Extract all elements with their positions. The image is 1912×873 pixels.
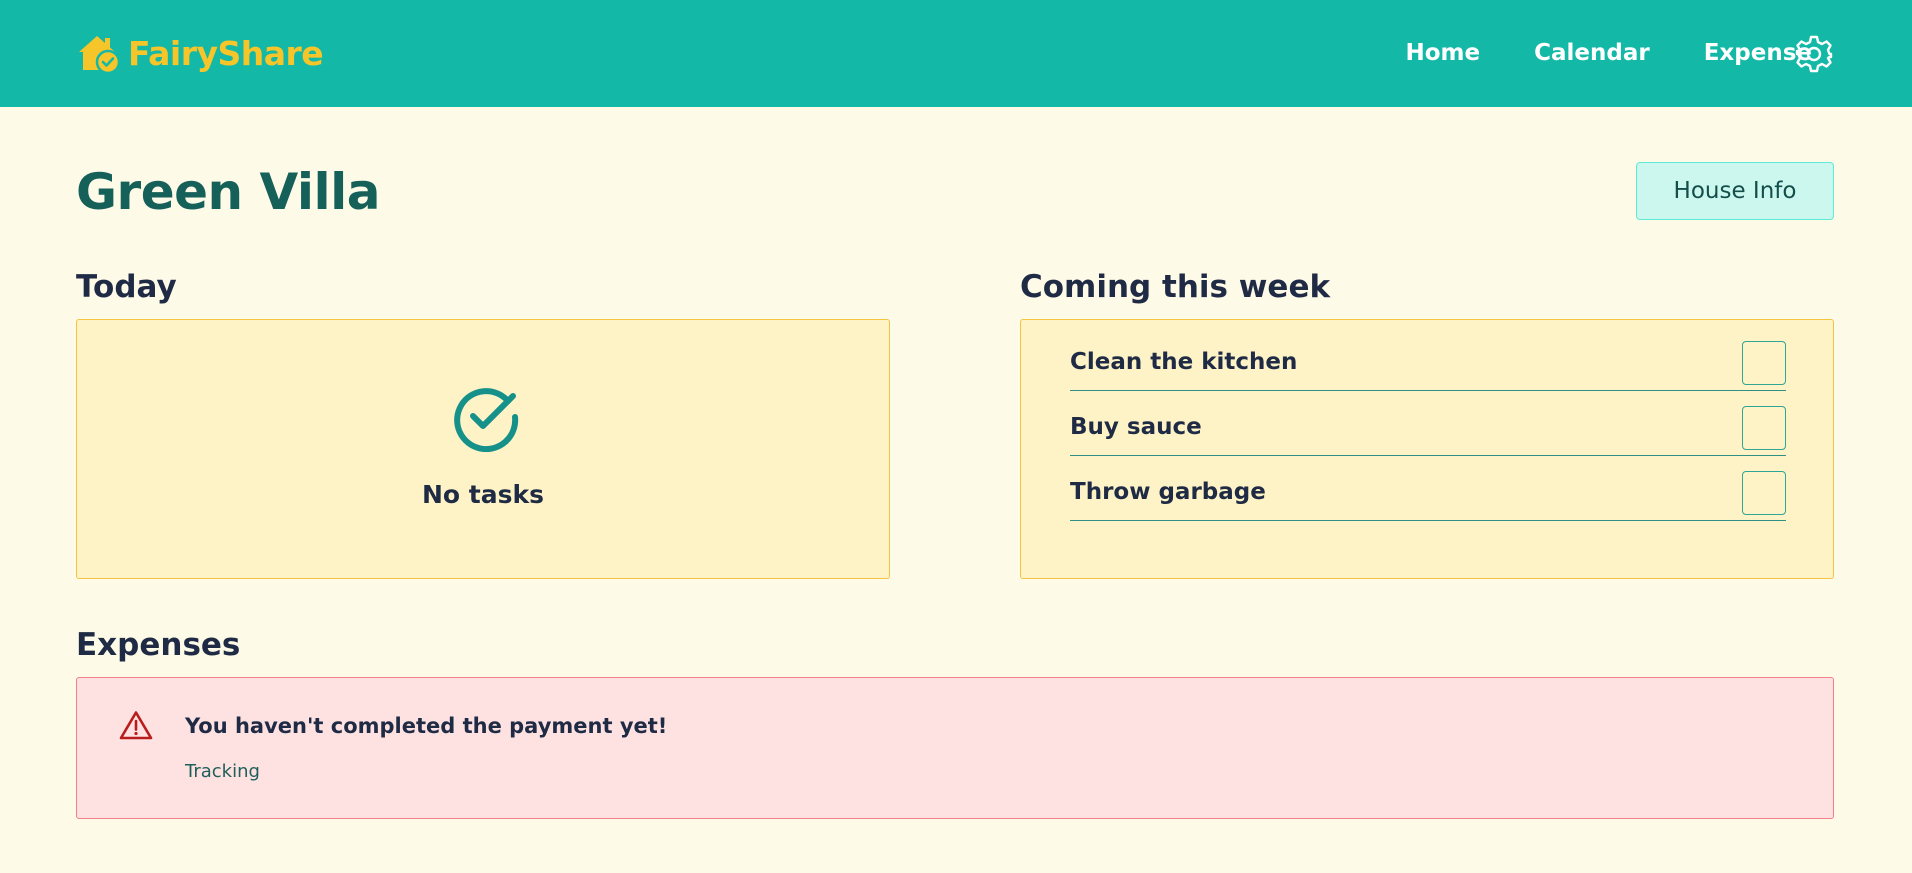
- house-check-icon: [76, 30, 122, 76]
- week-panel: Clean the kitchen Buy sauce Throw garbag…: [1020, 319, 1834, 579]
- brand-name: FairyShare: [128, 33, 324, 73]
- today-panel: No tasks: [76, 319, 890, 579]
- tracking-link[interactable]: Tracking: [185, 761, 260, 782]
- house-info-button[interactable]: House Info: [1636, 162, 1834, 220]
- warning-triangle-icon: [119, 710, 153, 740]
- task-row: Buy sauce: [1070, 401, 1786, 456]
- page-title: Green Villa: [76, 163, 381, 221]
- task-label: Throw garbage: [1070, 479, 1266, 505]
- task-row: Clean the kitchen: [1070, 336, 1786, 391]
- week-section-title: Coming this week: [1020, 269, 1331, 305]
- nav-calendar-link[interactable]: Calendar: [1534, 34, 1650, 72]
- top-navbar: FairyShare Home Calendar Expense: [0, 0, 1912, 107]
- task-row: Throw garbage: [1070, 466, 1786, 521]
- no-tasks-text: No tasks: [421, 480, 544, 509]
- task-checkbox[interactable]: [1742, 406, 1786, 450]
- task-checkbox[interactable]: [1742, 341, 1786, 385]
- task-label: Clean the kitchen: [1070, 349, 1298, 375]
- main-nav: Home Calendar Expense: [1406, 34, 1813, 72]
- gear-icon[interactable]: [1794, 34, 1834, 74]
- check-circle-icon: [451, 382, 521, 452]
- task-label: Buy sauce: [1070, 414, 1202, 440]
- expenses-section-title: Expenses: [76, 627, 241, 663]
- brand-logo-link[interactable]: FairyShare: [76, 30, 324, 76]
- nav-home-link[interactable]: Home: [1406, 34, 1481, 72]
- expense-alert-message: You haven't completed the payment yet!: [185, 714, 668, 738]
- task-checkbox[interactable]: [1742, 471, 1786, 515]
- expense-alert: You haven't completed the payment yet! T…: [76, 677, 1834, 819]
- today-section-title: Today: [76, 269, 177, 305]
